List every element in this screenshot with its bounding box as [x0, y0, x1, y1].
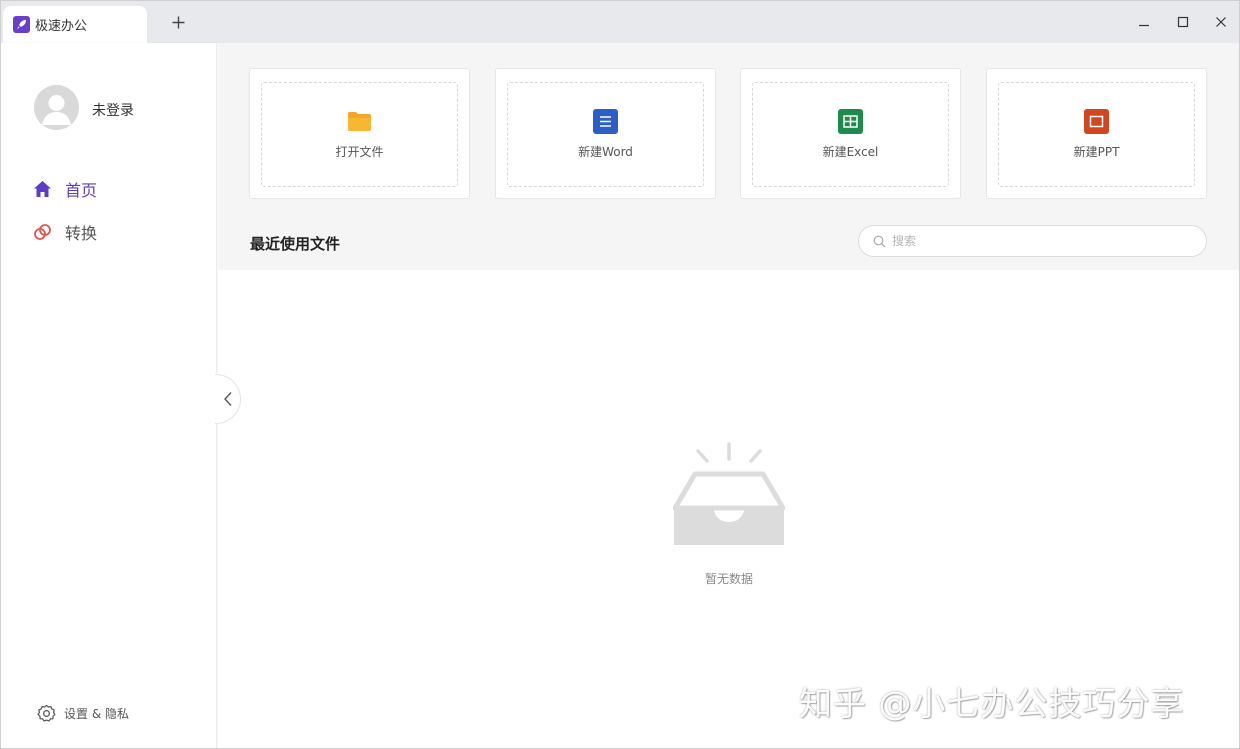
card-dropzone: 新建Excel: [752, 82, 949, 187]
card-dropzone: 打开文件: [261, 82, 458, 187]
close-icon: [1216, 17, 1226, 27]
minimize-button[interactable]: [1135, 13, 1153, 31]
card-label: 新建PPT: [1073, 145, 1120, 159]
word-icon: [593, 109, 618, 134]
login-status[interactable]: 未登录: [92, 100, 134, 120]
settings-label: 设置 & 隐私: [64, 707, 129, 721]
gear-icon: [37, 704, 56, 722]
recent-files-title: 最近使用文件: [250, 235, 341, 253]
tab-home[interactable]: 极速办公: [3, 6, 147, 43]
new-word-card[interactable]: 新建Word: [495, 68, 716, 199]
card-dropzone: 新建PPT: [998, 82, 1195, 187]
excel-icon: [838, 109, 863, 134]
sidebar-item-convert[interactable]: 转换: [33, 220, 97, 244]
minimize-icon: [1139, 24, 1149, 27]
sidebar-item-label: 转换: [65, 224, 98, 243]
tab-title: 极速办公: [35, 19, 88, 34]
new-ppt-card[interactable]: 新建PPT: [986, 68, 1207, 199]
empty-state: 暂无数据: [670, 442, 788, 587]
empty-state-text: 暂无数据: [704, 572, 753, 586]
avatar[interactable]: [34, 85, 79, 130]
card-label: 新建Word: [578, 145, 633, 159]
plus-icon: [172, 16, 184, 28]
user-avatar-icon: [34, 85, 79, 130]
card-dropzone: 新建Word: [507, 82, 704, 187]
sidebar-item-home[interactable]: 首页: [33, 177, 97, 201]
close-button[interactable]: [1212, 13, 1230, 31]
ppt-icon: [1084, 109, 1109, 134]
search-input[interactable]: [892, 234, 1192, 248]
sidebar-item-label: 首页: [65, 181, 98, 200]
card-label: 打开文件: [335, 145, 384, 159]
card-label: 新建Excel: [822, 145, 879, 159]
open-file-card[interactable]: 打开文件: [249, 68, 470, 199]
watermark-text: 知乎 @小七办公技巧分享: [799, 684, 1185, 723]
convert-icon: [34, 223, 51, 240]
app-window: 极速办公 未登录 首页 转换 设置 & 隐私 打开文件 新建Word 新建Exc…: [0, 0, 1240, 749]
title-bar: 极速办公: [1, 1, 1239, 43]
settings-privacy-link[interactable]: 设置 & 隐私: [37, 704, 129, 723]
quick-actions-area: 打开文件 新建Word 新建Excel 新建PPT 最近使用文件 搜索: [218, 43, 1239, 270]
new-excel-card[interactable]: 新建Excel: [740, 68, 961, 199]
rocket-app-icon: [13, 16, 30, 33]
maximize-button[interactable]: [1174, 13, 1192, 31]
search-icon: [873, 235, 886, 247]
folder-icon: [347, 109, 372, 134]
chevron-left-icon: [223, 392, 232, 406]
sidebar: 未登录 首页 转换 设置 & 隐私: [1, 43, 217, 748]
search-box[interactable]: [858, 225, 1207, 257]
home-icon: [34, 181, 51, 197]
new-tab-button[interactable]: [167, 11, 189, 33]
maximize-icon: [1177, 16, 1189, 28]
empty-inbox-icon: [673, 442, 785, 545]
